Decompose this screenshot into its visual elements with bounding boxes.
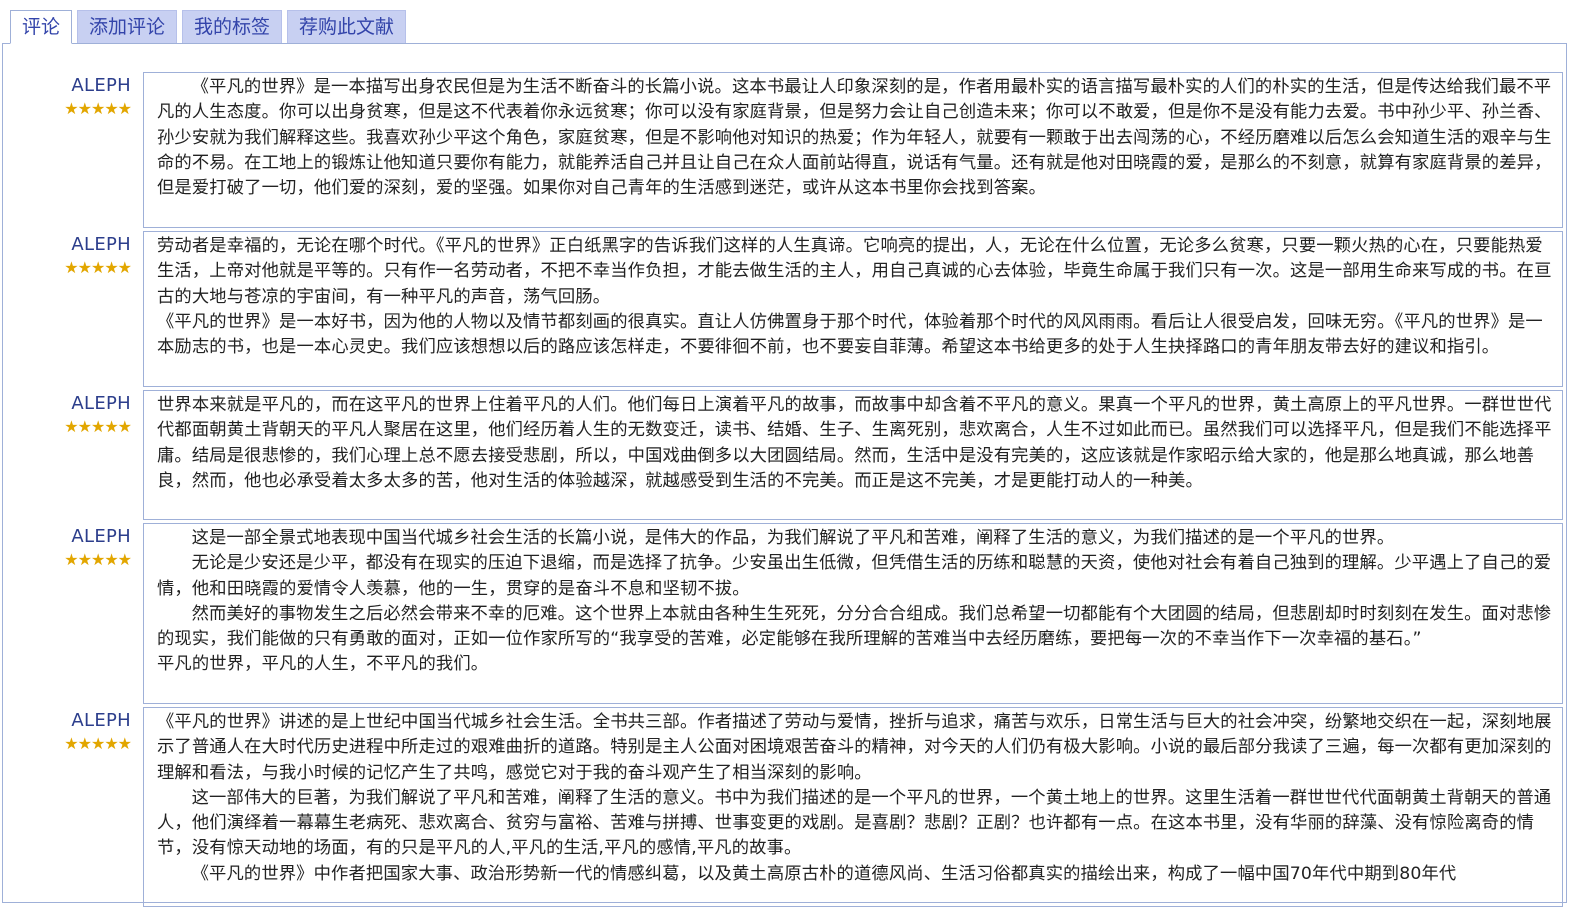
review-paragraph: 《平凡的世界》讲述的是上世纪中国当代城乡社会生活。全书共三部。作者描述了劳动与爱… xyxy=(157,712,1552,783)
tab-my-tags[interactable]: 我的标签 xyxy=(182,10,283,43)
reviewer-name: ALEPH xyxy=(71,75,131,96)
star-rating-icon: ★★★★★ xyxy=(64,417,132,436)
reviewer-name: ALEPH xyxy=(71,710,131,731)
review-meta: ALEPH ★★★★★ xyxy=(53,75,132,119)
star-rating-icon: ★★★★★ xyxy=(64,99,132,118)
review-paragraph: 平凡的世界，平凡的人生，不平凡的我们。 xyxy=(157,654,489,675)
reviews-panel: ALEPH ★★★★★ 《平凡的世界》是一本描写出身农民但是为生活不断奋斗的长篇… xyxy=(2,43,1567,907)
review-paragraph: 无论是少安还是少平，都没有在现实的压迫下退缩，而是选择了抗争。少安虽出生低微，但… xyxy=(157,553,1552,599)
review-paragraph: 《平凡的世界》是一本好书，因为他的人物以及情节都刻画的很真实。直让人仿佛置身于那… xyxy=(157,311,1543,358)
review-paragraph: 劳动者是幸福的，无论在哪个时代。《平凡的世界》正白纸黑字的告诉我们这样的人生真谛… xyxy=(157,236,1552,307)
review-paragraph: 《平凡的世界》是一本描写出身农民但是为生活不断奋斗的长篇小说。这本书最让人印象深… xyxy=(157,77,1552,199)
star-rating-icon: ★★★★★ xyxy=(64,550,132,569)
star-rating-icon: ★★★★★ xyxy=(64,734,132,753)
review-paragraph: 然而美好的事物发生之后必然会带来不幸的厄难。这个世界上本就由各种生生死死，分分合… xyxy=(157,603,1552,650)
review-content: 劳动者是幸福的，无论在哪个时代。《平凡的世界》正白纸黑字的告诉我们这样的人生真谛… xyxy=(143,231,1563,387)
reviewer-name: ALEPH xyxy=(71,393,131,414)
reviewer-name: ALEPH xyxy=(71,526,131,547)
review-meta: ALEPH ★★★★★ xyxy=(53,526,132,570)
review-meta: ALEPH ★★★★★ xyxy=(53,234,132,278)
review-paragraph: 《平凡的世界》中作者把国家大事、政治形势新一代的情感纠葛，以及黄土高原古朴的道德… xyxy=(191,863,1457,884)
tab-bar: 评论 添加评论 我的标签 荐购此文献 xyxy=(10,10,407,44)
star-rating-icon: ★★★★★ xyxy=(64,258,132,277)
tab-reviews[interactable]: 评论 xyxy=(10,10,73,44)
review-paragraph: 这一部伟大的巨著，为我们解说了平凡和苦难，阐释了生活的意义。书中为我们描述的是一… xyxy=(157,787,1552,859)
review-content: 世界本来就是平凡的，而在这平凡的世界上住着平凡的人们。他们每日上演着平凡的故事，… xyxy=(143,390,1563,520)
review-paragraph: 这是一部全景式地表现中国当代城乡社会生活的长篇小说，是伟大的作品，为我们解说了平… xyxy=(191,528,1395,548)
reviewer-name: ALEPH xyxy=(71,234,131,255)
review-paragraph: 世界本来就是平凡的，而在这平凡的世界上住着平凡的人们。他们每日上演着平凡的故事，… xyxy=(157,395,1552,491)
review-meta: ALEPH ★★★★★ xyxy=(53,393,132,437)
tab-add-review[interactable]: 添加评论 xyxy=(77,10,178,43)
review-content: 《平凡的世界》是一本描写出身农民但是为生活不断奋斗的长篇小说。这本书最让人印象深… xyxy=(143,72,1563,228)
tab-recommend-purchase[interactable]: 荐购此文献 xyxy=(287,10,407,43)
review-content: 这是一部全景式地表现中国当代城乡社会生活的长篇小说，是伟大的作品，为我们解说了平… xyxy=(143,523,1563,704)
review-meta: ALEPH ★★★★★ xyxy=(53,710,132,754)
review-content: 《平凡的世界》讲述的是上世纪中国当代城乡社会生活。全书共三部。作者描述了劳动与爱… xyxy=(143,707,1563,907)
